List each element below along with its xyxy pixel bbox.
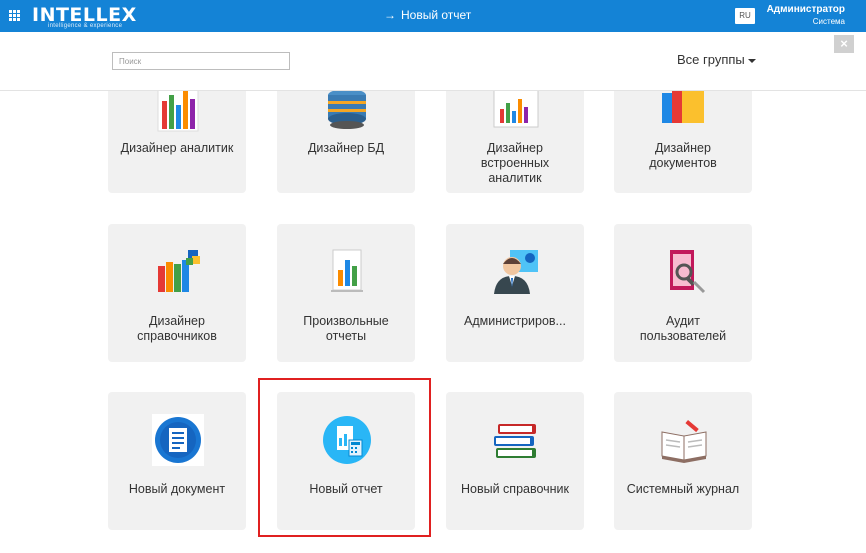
breadcrumb-current: Новый отчет — [401, 8, 472, 22]
tile-reference-designer[interactable]: Дизайнер справочников — [108, 224, 246, 362]
tile-label: Аудит пользователей — [639, 314, 727, 343]
tile-label: Дизайнер документов — [649, 141, 717, 170]
bar-chart-icon — [157, 91, 199, 132]
tile-label: Администриров... — [464, 314, 566, 328]
tile-system-journal[interactable]: Системный журнал — [614, 392, 752, 530]
tile-label: Дизайнер аналитик — [120, 141, 234, 155]
tile-user-audit[interactable]: Аудит пользователей — [614, 224, 752, 362]
tile-label: Дизайнер встроенных аналитик — [480, 141, 550, 185]
search-input[interactable] — [112, 52, 290, 70]
tile-label: Системный журнал — [626, 482, 740, 496]
report-chart-icon — [331, 249, 363, 292]
audit-icon — [670, 250, 706, 294]
book-stack-icon — [494, 424, 536, 458]
books-icon — [158, 250, 200, 292]
tile-label: Новый документ — [128, 482, 226, 496]
tile-label: Новый справочник — [460, 482, 570, 496]
tile-label: Дизайнер БД — [307, 141, 385, 155]
user-menu[interactable]: Администратор Система — [767, 3, 845, 27]
logo-tagline: intelligence & experience — [48, 23, 123, 29]
tile-custom-reports[interactable]: Произвольные отчеты — [277, 224, 415, 362]
tile-new-document[interactable]: Новый документ — [108, 392, 246, 530]
close-icon[interactable]: × — [834, 35, 854, 53]
groups-dropdown[interactable]: Все группы — [677, 52, 756, 67]
folders-icon — [662, 91, 704, 123]
chevron-down-icon — [747, 58, 756, 63]
tile-db-designer[interactable]: Дизайнер БД — [277, 91, 415, 193]
groups-dropdown-label: Все группы — [677, 52, 745, 67]
tile-administration[interactable]: Администриров... — [446, 224, 584, 362]
apps-grid: Дизайнер аналитик Дизайнер БД Дизайнер в… — [0, 91, 866, 553]
tile-label: Произвольные отчеты — [303, 314, 389, 343]
user-role: Система — [812, 17, 845, 26]
tile-label: Дизайнер справочников — [137, 314, 217, 343]
breadcrumb: → Новый отчет — [384, 8, 471, 22]
database-icon — [328, 91, 366, 129]
tile-embedded-analytics-designer[interactable]: Дизайнер встроенных аналитик — [446, 91, 584, 193]
tile-analytics-designer[interactable]: Дизайнер аналитик — [108, 91, 246, 193]
top-bar: INTELLEX intelligence & experience → Новы… — [0, 0, 866, 32]
user-name: Администратор — [766, 4, 845, 15]
language-selector[interactable]: RU — [735, 8, 755, 24]
apps-grid-icon[interactable] — [9, 10, 21, 22]
embedded-chart-icon — [493, 91, 539, 128]
admin-user-icon — [494, 250, 538, 294]
document-circle-icon — [152, 414, 204, 466]
selection-highlight — [258, 378, 431, 537]
journal-icon — [661, 420, 707, 463]
arrow-right-icon: → — [384, 8, 396, 22]
tile-documents-designer[interactable]: Дизайнер документов — [614, 91, 752, 193]
tile-new-reference[interactable]: Новый справочник — [446, 392, 584, 530]
